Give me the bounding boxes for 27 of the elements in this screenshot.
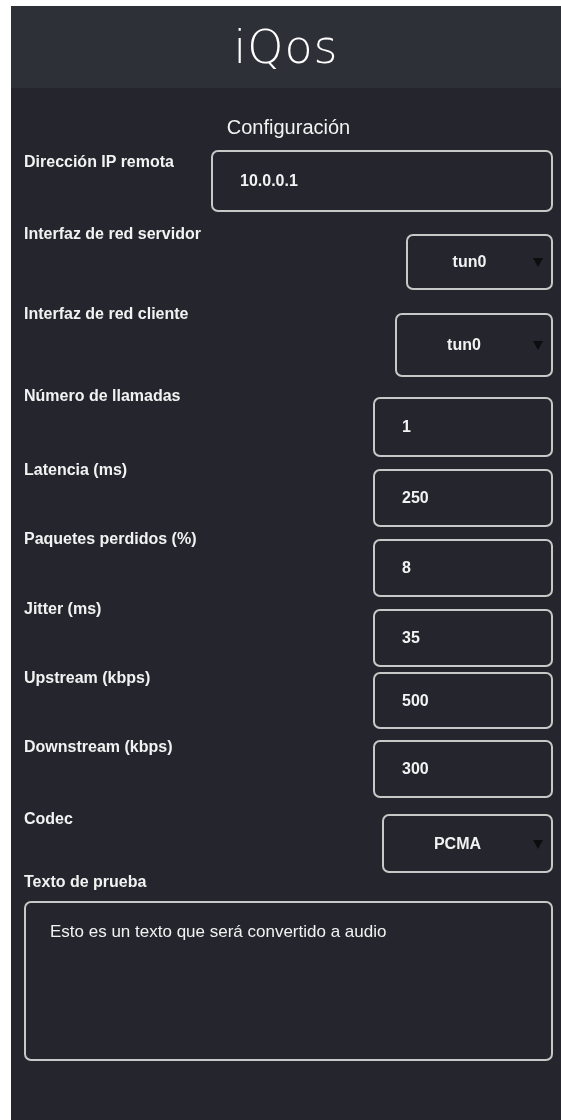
select-field[interactable]: tun0	[395, 313, 553, 377]
field-label: Downstream (kbps)	[24, 737, 174, 757]
field-label: Codec	[24, 809, 74, 829]
field-label: Texto de prueba	[24, 873, 148, 892]
field-label: Número de llamadas	[24, 386, 182, 406]
input-field[interactable]: 8	[373, 539, 553, 597]
field-label: Latencia (ms)	[24, 460, 129, 480]
text-area[interactable]: Esto es un texto que será convertido a audio	[24, 901, 553, 1061]
field-label: Dirección IP remota	[24, 152, 175, 172]
caret-icon	[533, 258, 543, 267]
field-label: Interfaz de red cliente	[24, 304, 190, 324]
section-title: Configuración	[225, 115, 352, 140]
input-field[interactable]: 10.0.0.1	[211, 150, 553, 212]
input-field[interactable]: 500	[373, 672, 553, 729]
field-label: Interfaz de red servidor	[24, 224, 202, 244]
select-field[interactable]: tun0	[406, 234, 553, 290]
input-field[interactable]: 300	[373, 740, 553, 798]
input-field[interactable]: 35	[373, 609, 553, 667]
caret-icon	[533, 341, 543, 350]
logo: iQos	[233, 24, 339, 70]
input-field[interactable]: 1	[373, 397, 553, 457]
field-label: Upstream (kbps)	[24, 668, 152, 688]
field-label: Paquetes perdidos (%)	[24, 529, 198, 549]
caret-icon	[533, 839, 543, 849]
field-label: Jitter (ms)	[24, 599, 103, 619]
input-field[interactable]: 250	[373, 469, 553, 527]
select-field[interactable]: PCMA	[382, 814, 553, 873]
